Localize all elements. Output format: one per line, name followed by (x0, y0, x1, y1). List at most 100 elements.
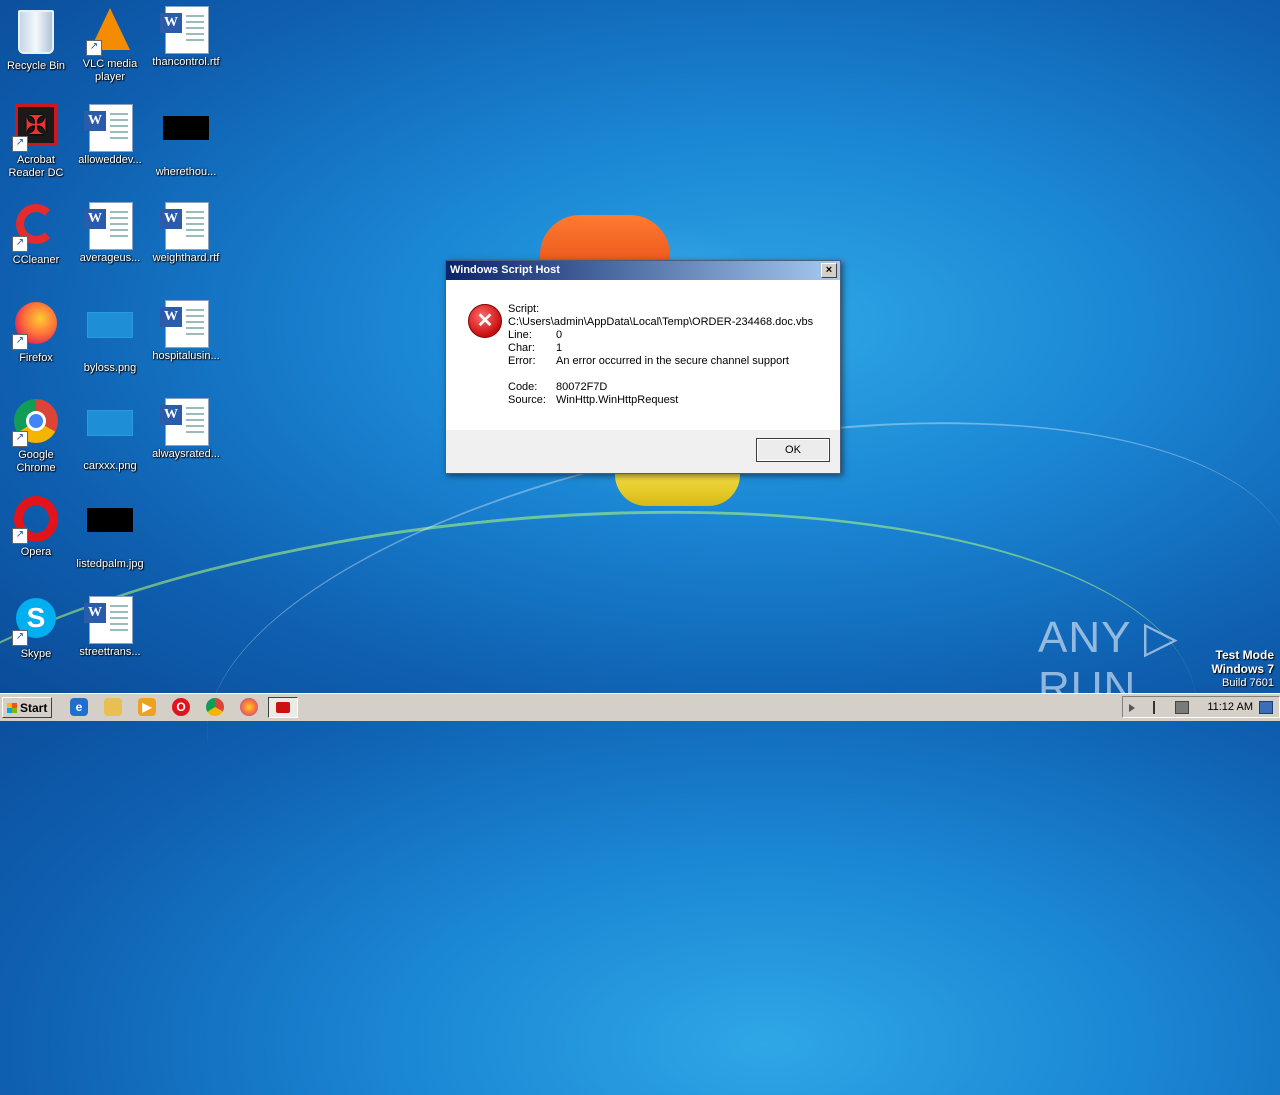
error-icon: ✕ (468, 304, 502, 338)
start-button[interactable]: Start (2, 697, 52, 718)
firefox-taskbar-icon[interactable] (240, 698, 258, 716)
dialog-title: Windows Script Host (450, 264, 560, 276)
action-center-flag-icon[interactable] (1153, 701, 1169, 714)
dialog-titlebar[interactable]: Windows Script Host × (446, 261, 840, 280)
black-image-icon (162, 116, 210, 164)
wallpaper-logo-yellow (615, 470, 740, 506)
desktop-icon-weighthard[interactable]: W weighthard.rtf (148, 202, 224, 265)
clock[interactable]: 11:12 AM (1207, 701, 1253, 713)
test-mode-line: Test Mode (1215, 648, 1274, 662)
chrome-icon: ↗ (12, 399, 60, 447)
code-value: 80072F7D (556, 381, 608, 393)
desktop-icon-hospitalusin[interactable]: W hospitalusin... (148, 300, 224, 363)
script-host-taskbar-button[interactable] (268, 697, 298, 718)
icon-label: averageus... (79, 252, 141, 264)
skype-icon: S ↗ (12, 598, 60, 646)
icon-label: VLC media player (82, 58, 138, 83)
desktop-icon-thancontrol[interactable]: W thancontrol.rtf (148, 6, 224, 69)
ok-button[interactable]: OK (756, 438, 830, 462)
icon-label: Acrobat Reader DC (8, 154, 64, 179)
script-host-dialog: Windows Script Host × ✕ Script: C:\Users… (445, 260, 841, 474)
desktop-icon-chrome[interactable]: ↗ Google Chrome (0, 398, 74, 475)
acrobat-icon: ✠ ↗ (12, 104, 60, 152)
error-value: An error occurred in the secure channel … (556, 355, 789, 367)
desktop-icon-averageus[interactable]: W averageus... (72, 202, 148, 265)
word-document-icon: W (84, 202, 134, 250)
black-image-icon (86, 508, 134, 556)
desktop-icon-wherethou[interactable]: wherethou... (148, 104, 224, 179)
desktop-icon-skype[interactable]: S ↗ Skype (0, 596, 74, 661)
desktop-icon-acrobat[interactable]: ✠ ↗ Acrobat Reader DC (0, 104, 74, 180)
wallpaper-swoosh (0, 448, 1223, 1095)
desktop-icon-streettrans[interactable]: W streettrans... (72, 596, 148, 659)
icon-label: streettrans... (79, 646, 141, 658)
opera-taskbar-icon[interactable]: O (172, 698, 190, 716)
icon-label: CCleaner (12, 254, 60, 266)
shortcut-arrow-icon: ↗ (12, 236, 28, 252)
word-document-icon: W (160, 6, 210, 54)
internet-explorer-icon[interactable]: e (70, 698, 88, 716)
desktop-icon-carxxx[interactable]: carxxx.png (72, 398, 148, 473)
error-label: Error: (508, 355, 536, 367)
icon-label: byloss.png (83, 362, 137, 374)
system-tray: 11:12 AM (1122, 696, 1280, 718)
char-value: 1 (556, 342, 563, 354)
taskbar: Start e ▶ O 11:12 AM (0, 693, 1280, 721)
network-icon[interactable] (1175, 701, 1189, 714)
icon-label: listedpalm.jpg (76, 558, 144, 570)
test-mode-notice: Test Mode Windows 7 Build 7601 (1211, 648, 1274, 690)
error-message: Script: C:\Users\admin\AppData\Local\Tem… (508, 303, 813, 407)
code-label: Code: (508, 381, 538, 393)
icon-label: alloweddev... (78, 154, 142, 166)
script-host-icon (276, 702, 290, 713)
icon-label: hospitalusin... (152, 350, 220, 362)
image-icon (86, 312, 134, 360)
shortcut-arrow-icon: ↗ (12, 334, 28, 350)
desktop-icon-byloss[interactable]: byloss.png (72, 300, 148, 375)
icon-label: carxxx.png (83, 460, 137, 472)
word-document-icon: W (160, 300, 210, 348)
icon-label: wherethou... (155, 166, 217, 178)
word-document-icon: W (84, 596, 134, 644)
windows-flag-icon (7, 703, 17, 713)
close-button[interactable]: × (821, 263, 837, 278)
char-label: Char: (508, 342, 535, 354)
shortcut-arrow-icon: ↗ (12, 136, 28, 152)
source-label: Source: (508, 394, 546, 406)
icon-label: Opera (20, 546, 52, 558)
build-line: Build 7601 (1222, 677, 1274, 689)
chrome-taskbar-icon[interactable] (206, 698, 224, 716)
recycle-bin-icon (12, 10, 60, 58)
desktop-icon-alwaysrated[interactable]: W alwaysrated... (148, 398, 224, 461)
icon-label: weighthard.rtf (152, 252, 220, 264)
desktop-icon-listedpalm[interactable]: listedpalm.jpg (72, 496, 148, 571)
show-desktop-icon[interactable] (1259, 701, 1273, 714)
desktop-icon-ccleaner[interactable]: ↗ CCleaner (0, 202, 74, 267)
explorer-folder-icon[interactable] (104, 698, 122, 716)
opera-icon: ↗ (12, 496, 60, 544)
word-document-icon: W (84, 104, 134, 152)
shortcut-arrow-icon: ↗ (86, 40, 102, 56)
dialog-footer: OK (446, 430, 840, 472)
desktop-icon-recycle-bin[interactable]: Recycle Bin (0, 6, 74, 73)
shortcut-arrow-icon: ↗ (12, 528, 28, 544)
desktop-icon-opera[interactable]: ↗ Opera (0, 496, 74, 559)
line-label: Line: (508, 329, 532, 341)
image-icon (86, 410, 134, 458)
start-label: Start (20, 701, 48, 715)
shortcut-arrow-icon: ↗ (12, 431, 28, 447)
close-icon: × (825, 264, 833, 276)
desktop-icon-vlc[interactable]: ↗ VLC media player (72, 6, 148, 84)
firefox-icon: ↗ (12, 302, 60, 350)
word-document-icon: W (160, 202, 210, 250)
media-player-icon[interactable]: ▶ (138, 698, 156, 716)
vlc-icon: ↗ (86, 8, 134, 56)
line-value: 0 (556, 329, 563, 341)
desktop-icon-firefox[interactable]: ↗ Firefox (0, 300, 74, 365)
desktop-icon-alloweddev[interactable]: W alloweddev... (72, 104, 148, 167)
volume-icon[interactable] (1129, 704, 1135, 712)
icon-label: Skype (20, 648, 52, 660)
icon-label: thancontrol.rtf (152, 56, 220, 68)
dialog-body: ✕ Script: C:\Users\admin\AppData\Local\T… (446, 280, 840, 430)
source-value: WinHttp.WinHttpRequest (556, 394, 679, 406)
